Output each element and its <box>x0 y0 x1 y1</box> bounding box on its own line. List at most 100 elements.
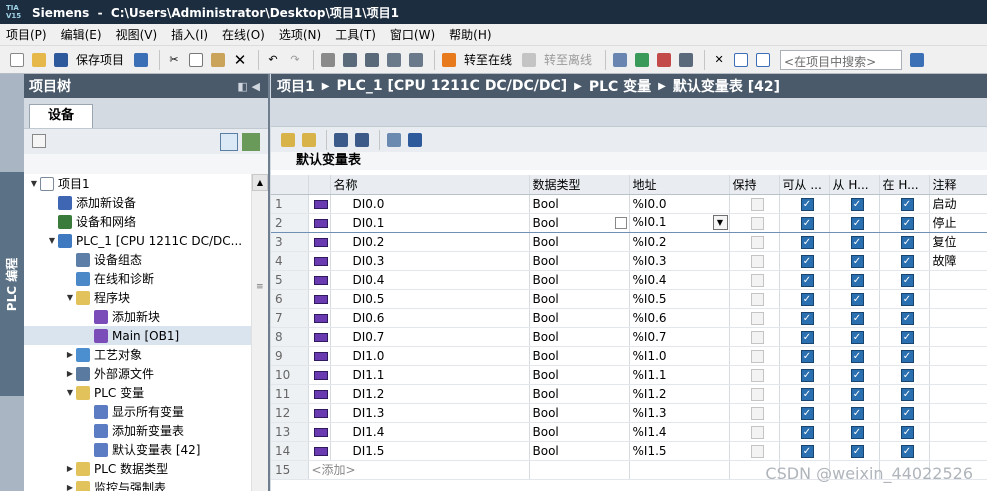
tag-name-cell[interactable]: DI0.3 <box>330 251 530 271</box>
stop-cpu-icon[interactable] <box>655 51 673 69</box>
tree-item[interactable]: Main [OB1] <box>24 326 268 345</box>
accessible-from-hmi-checkbox[interactable]: ✓ <box>800 368 814 382</box>
table-row[interactable]: 3 DI0.2 Bool %I0.2 ✓ ✓ ✓ 复位 <box>271 232 987 252</box>
visible-in-hmi-checkbox[interactable]: ✓ <box>900 311 914 325</box>
tree-view-icon[interactable] <box>32 134 46 148</box>
writable-from-hmi-checkbox[interactable]: ✓ <box>850 387 864 401</box>
copy-icon[interactable] <box>187 51 205 69</box>
tree-item[interactable]: ▼ 程序块 <box>24 288 268 307</box>
retain-checkbox[interactable] <box>750 387 764 401</box>
visible-in-hmi-checkbox[interactable]: ✓ <box>900 349 914 363</box>
retain-checkbox[interactable] <box>750 292 764 306</box>
writable-from-hmi-checkbox[interactable]: ✓ <box>850 197 864 211</box>
retain-checkbox[interactable] <box>750 330 764 344</box>
address-cell[interactable]: %I0.5 <box>629 289 730 309</box>
comment-cell[interactable] <box>929 270 987 290</box>
address-cell[interactable]: %I1.1 <box>629 365 730 385</box>
writable-from-hmi-checkbox[interactable]: ✓ <box>850 444 864 458</box>
datatype-cell[interactable]: Bool <box>529 403 630 423</box>
expand-arrow-right-icon[interactable]: ▶ <box>64 483 76 491</box>
table-row[interactable]: 9 DI1.0 Bool %I1.0 ✓ ✓ ✓ <box>271 346 987 366</box>
datatype-cell[interactable]: Bool <box>529 365 630 385</box>
writable-from-hmi-checkbox[interactable]: ✓ <box>850 216 864 230</box>
datatype-cell[interactable]: Bool <box>529 346 630 366</box>
menu-project[interactable]: 项目(P) <box>6 26 47 43</box>
menu-online[interactable]: 在线(O) <box>222 26 265 43</box>
address-cell[interactable]: %I1.4 <box>629 422 730 442</box>
tree-item[interactable]: ▼ PLC_1 [CPU 1211C DC/DC... <box>24 231 268 250</box>
address-cell[interactable]: %I1.2 <box>629 384 730 404</box>
writable-from-hmi-checkbox[interactable]: ✓ <box>850 406 864 420</box>
save-project-button[interactable]: 保存项目 <box>76 51 124 68</box>
address-cell[interactable]: %I1.5 <box>629 441 730 461</box>
expand-arrow-down-icon[interactable]: ▼ <box>64 388 76 397</box>
datatype-picker-icon[interactable] <box>614 217 627 229</box>
table-row[interactable]: 7 DI0.6 Bool %I0.6 ✓ ✓ ✓ <box>271 308 987 328</box>
column-header-datatype[interactable]: 数据类型 <box>529 175 630 195</box>
address-cell[interactable]: %I0.6 <box>629 308 730 328</box>
datatype-cell[interactable]: Bool <box>529 232 630 252</box>
accessible-from-hmi-checkbox[interactable]: ✓ <box>800 273 814 287</box>
paste-icon[interactable] <box>209 51 227 69</box>
tag-name-cell[interactable]: DI0.5 <box>330 289 530 309</box>
table-row[interactable]: 14 DI1.5 Bool %I1.5 ✓ ✓ ✓ <box>271 441 987 461</box>
tree-item[interactable]: ▶ 外部源文件 <box>24 364 268 383</box>
table-row[interactable]: 12 DI1.3 Bool %I1.3 ✓ ✓ ✓ <box>271 403 987 423</box>
comment-cell[interactable] <box>929 289 987 309</box>
tag-name-cell[interactable]: DI1.2 <box>330 384 530 404</box>
accessible-from-hmi-checkbox[interactable]: ✓ <box>800 444 814 458</box>
tree-item[interactable]: 添加新设备 <box>24 193 268 212</box>
retain-checkbox[interactable] <box>750 273 764 287</box>
tag-name-cell[interactable]: DI1.5 <box>330 441 530 461</box>
import-icon[interactable] <box>353 131 371 149</box>
menu-edit[interactable]: 编辑(E) <box>61 26 102 43</box>
simulation-icon[interactable] <box>385 51 403 69</box>
tree-scrollbar[interactable]: ▲ ≡ <box>251 174 268 491</box>
expand-arrow-down-icon[interactable]: ▼ <box>28 179 40 188</box>
comment-cell[interactable] <box>929 422 987 442</box>
save-icon[interactable] <box>52 51 70 69</box>
comment-cell[interactable] <box>929 327 987 347</box>
datatype-cell[interactable]: Bool <box>529 270 630 290</box>
address-cell[interactable]: %I0.3 <box>629 251 730 271</box>
details-view-icon[interactable] <box>220 133 238 151</box>
tag-name-cell[interactable]: DI1.4 <box>330 422 530 442</box>
breadcrumb-plc-tags[interactable]: PLC 变量 <box>589 76 651 96</box>
retain-checkbox[interactable] <box>750 425 764 439</box>
accessible-from-hmi-checkbox[interactable]: ✓ <box>800 330 814 344</box>
retain-checkbox[interactable] <box>750 368 764 382</box>
comment-cell[interactable] <box>929 346 987 366</box>
expand-arrow-down-icon[interactable]: ▼ <box>64 293 76 302</box>
tree-item[interactable]: 设备组态 <box>24 250 268 269</box>
column-header-visible[interactable]: 在 H... <box>879 175 930 195</box>
tag-name-cell[interactable]: DI1.1 <box>330 365 530 385</box>
datatype-cell[interactable]: Bool <box>529 289 630 309</box>
comment-cell[interactable]: 故障 <box>929 251 987 271</box>
menu-window[interactable]: 窗口(W) <box>390 26 435 43</box>
tree-item[interactable]: 默认变量表 [42] <box>24 440 268 459</box>
retain-checkbox[interactable] <box>750 406 764 420</box>
datatype-cell[interactable]: Bool <box>529 422 630 442</box>
visible-in-hmi-checkbox[interactable]: ✓ <box>900 197 914 211</box>
comment-cell[interactable] <box>929 365 987 385</box>
table-row[interactable]: 11 DI1.2 Bool %I1.2 ✓ ✓ ✓ <box>271 384 987 404</box>
tag-name-cell[interactable]: DI1.3 <box>330 403 530 423</box>
visible-in-hmi-checkbox[interactable]: ✓ <box>900 387 914 401</box>
accessible-from-hmi-checkbox[interactable]: ✓ <box>800 292 814 306</box>
breadcrumb-plc[interactable]: PLC_1 [CPU 1211C DC/DC/DC] <box>336 78 567 94</box>
menu-options[interactable]: 选项(N) <box>279 26 321 43</box>
comment-cell[interactable] <box>929 441 987 461</box>
writable-from-hmi-checkbox[interactable]: ✓ <box>850 349 864 363</box>
column-header-name[interactable]: 名称 <box>330 175 530 195</box>
address-cell[interactable]: %I0.0 <box>629 194 730 214</box>
table-row[interactable]: 1 DI0.0 Bool %I0.0 ✓ ✓ ✓ 启动 <box>271 194 987 214</box>
accessible-from-hmi-checkbox[interactable]: ✓ <box>800 254 814 268</box>
address-cell[interactable]: %I0.4 <box>629 270 730 290</box>
retain-checkbox[interactable] <box>750 349 764 363</box>
visible-in-hmi-checkbox[interactable]: ✓ <box>900 368 914 382</box>
download-icon[interactable] <box>341 51 359 69</box>
retain-checkbox[interactable] <box>750 254 764 268</box>
visible-in-hmi-checkbox[interactable]: ✓ <box>900 216 914 230</box>
panel-pin-icon[interactable]: ◧ ◀ <box>237 80 260 93</box>
datatype-cell[interactable]: Bool <box>529 308 630 328</box>
